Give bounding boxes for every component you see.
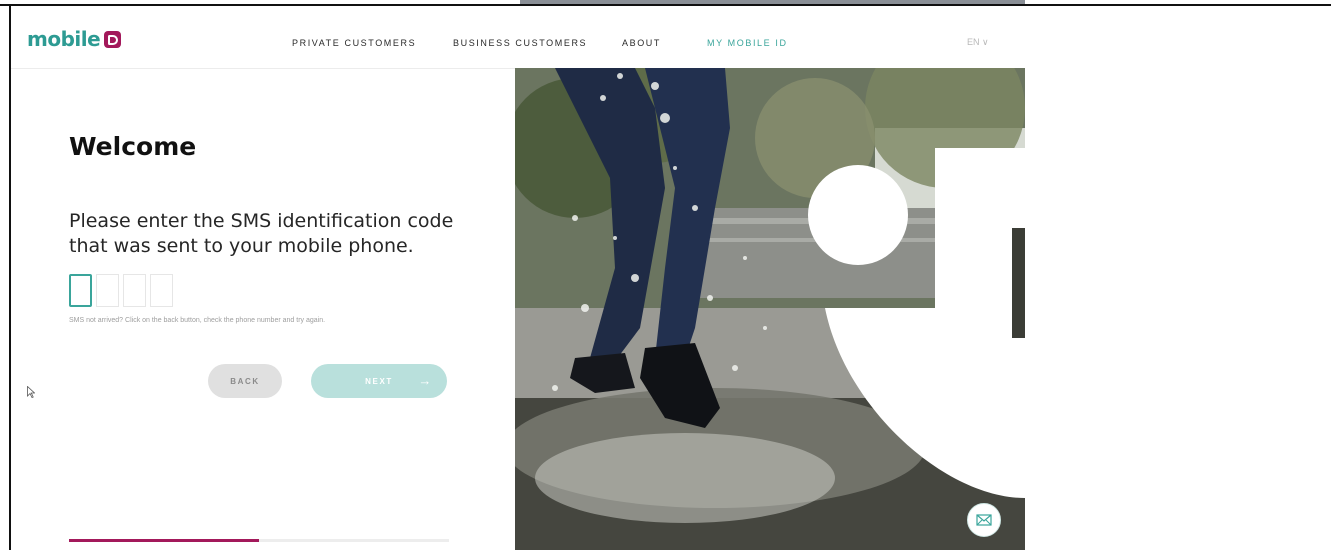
nav-business-customers[interactable]: BUSINESS CUSTOMERS [453, 38, 587, 48]
logo-text: mobile [27, 27, 101, 51]
next-button[interactable]: NEXT → [311, 364, 447, 398]
progress-bar [69, 539, 449, 542]
logo[interactable]: mobile [27, 27, 122, 51]
nav-my-mobile-id[interactable]: MY MOBILE ID [707, 38, 788, 48]
site-header: mobile PRIVATE CUSTOMERS BUSINESS CUSTOM… [11, 6, 1025, 69]
page: mobile PRIVATE CUSTOMERS BUSINESS CUSTOM… [11, 6, 1331, 550]
arrow-right-icon: → [418, 373, 433, 388]
cursor-icon [27, 386, 35, 398]
sms-code-digit-3[interactable] [123, 274, 146, 307]
mail-icon [976, 514, 992, 526]
next-button-label: NEXT [365, 376, 393, 386]
progress-bar-fill [69, 539, 259, 542]
hero-image [515, 68, 1025, 550]
hero-illustration [515, 68, 1025, 550]
back-button-label: BACK [230, 376, 260, 386]
sms-code-digit-2[interactable] [96, 274, 119, 307]
contact-button[interactable] [967, 503, 1001, 537]
sms-code-digit-1[interactable] [69, 274, 92, 307]
sms-hint-text: SMS not arrived? Click on the back butto… [69, 317, 326, 324]
page-title: Welcome [69, 132, 197, 161]
nav-about[interactable]: ABOUT [622, 38, 661, 48]
back-button[interactable]: BACK [208, 364, 282, 398]
sms-code-digit-4[interactable] [150, 274, 173, 307]
language-selector[interactable]: EN ∨ [967, 37, 989, 48]
logo-id-badge-icon [104, 30, 122, 48]
instruction-text: Please enter the SMS identification code… [69, 210, 454, 257]
sms-code-input-group [69, 274, 177, 307]
nav-private-customers[interactable]: PRIVATE CUSTOMERS [292, 38, 416, 48]
